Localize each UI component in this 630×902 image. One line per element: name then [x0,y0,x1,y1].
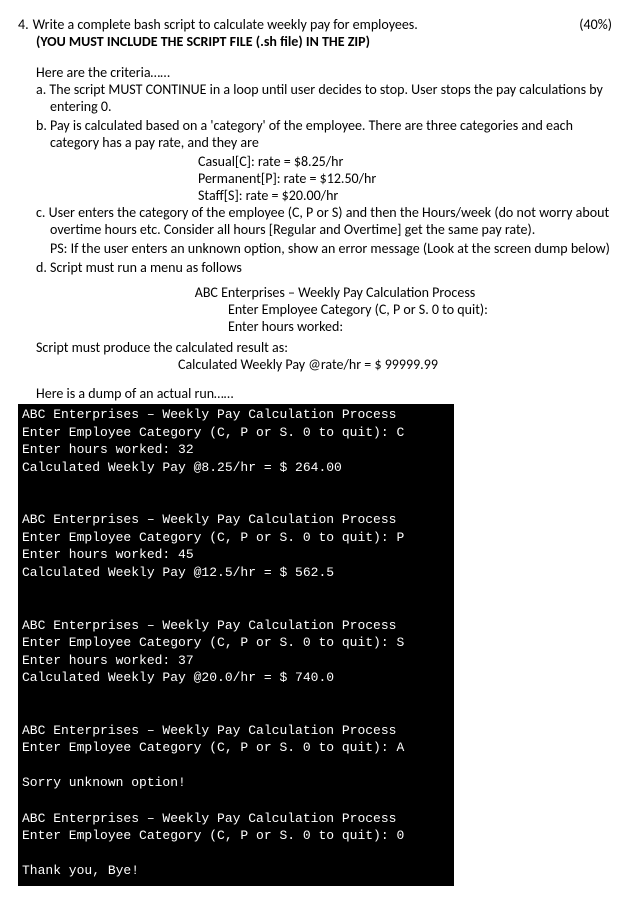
criteria-c-ps: PS: If the user enters an unknown option… [36,240,612,257]
rate-casual: Casual[C]: rate = $8.25/hr [198,153,612,170]
criteria-d: d. Script must run a menu as follows [36,259,612,276]
question-header: 4. Write a complete bash script to calcu… [18,16,612,33]
result-line: Calculated Weekly Pay @rate/hr = $ 99999… [178,356,612,373]
terminal-output: ABC Enterprises – Weekly Pay Calculation… [18,404,454,886]
criteria-a: a. The script MUST CONTINUE in a loop un… [36,81,612,115]
criteria-intro: Here are the criteria…… [36,64,612,81]
menu-line-hours: Enter hours worked: [228,318,612,335]
dump-intro: Here is a dump of an actual run…… [36,385,612,402]
question-title: Write a complete bash script to calculat… [33,16,580,33]
criteria-b: b. Pay is calculated based on a 'categor… [36,117,612,151]
rate-permanent: Permanent[P]: rate = $12.50/hr [198,170,612,187]
question-number: 4. [18,16,29,33]
menu-title: ABC Enterprises – Weekly Pay Calculation… [58,284,612,301]
criteria-c: c. User enters the category of the emplo… [36,204,612,238]
criteria-section: Here are the criteria…… a. The script MU… [18,64,612,276]
menu-block: ABC Enterprises – Weekly Pay Calculation… [18,284,612,335]
rate-staff: Staff[S]: rate = $20.00/hr [198,187,612,204]
result-intro: Script must produce the calculated resul… [36,339,612,356]
menu-line-category: Enter Employee Category (C, P or S. 0 to… [228,301,612,318]
question-percentage: (40%) [579,16,612,33]
question-note: (YOU MUST INCLUDE THE SCRIPT FILE (.sh f… [36,33,612,50]
